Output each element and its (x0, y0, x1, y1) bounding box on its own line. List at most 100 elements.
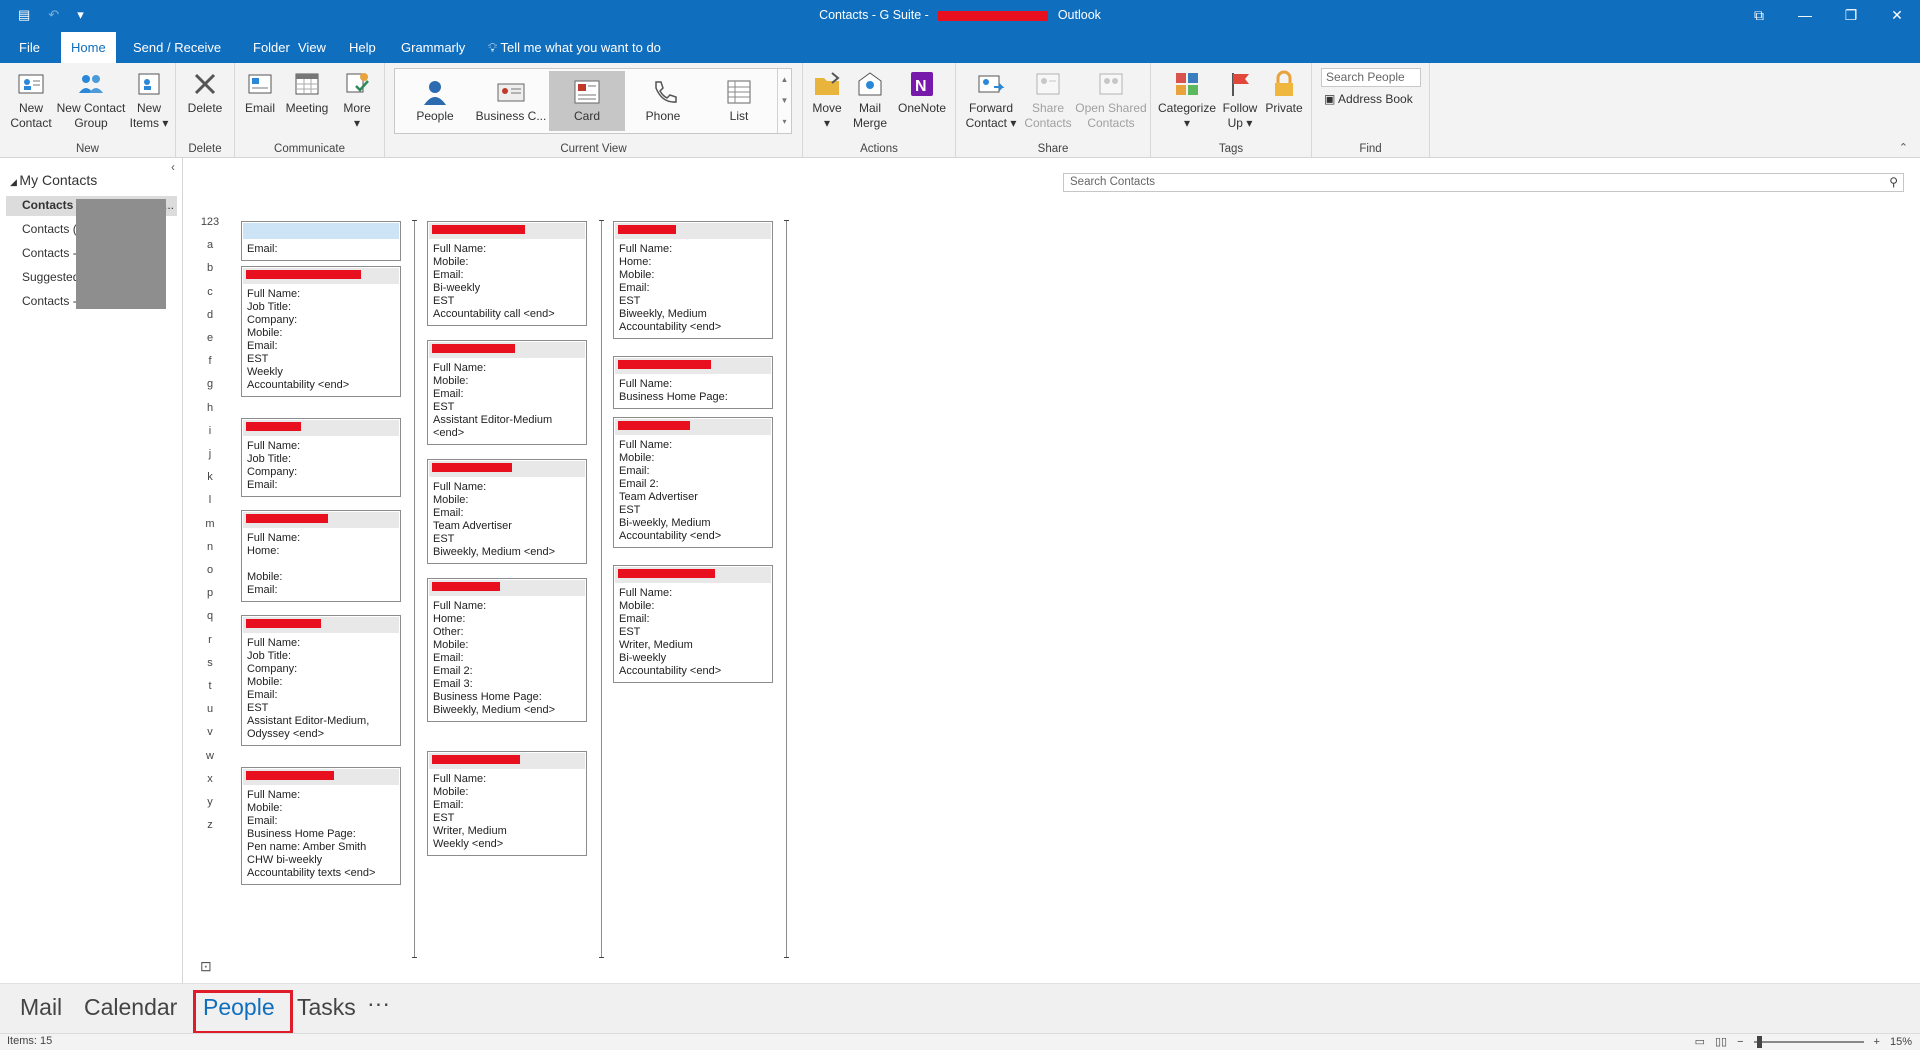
alpha-index-item[interactable]: c (198, 286, 222, 298)
contact-card-name-header[interactable] (243, 617, 399, 633)
alpha-index-item[interactable]: q (198, 610, 222, 622)
contact-card-name-header[interactable] (243, 512, 399, 528)
contact-card[interactable]: Full Name: Mobile: Email: EST Writer, Medium… (427, 751, 587, 856)
search-contacts-input[interactable]: Search Contacts ⚲ (1063, 173, 1904, 192)
alpha-index-item[interactable]: y (198, 796, 222, 808)
contact-card[interactable]: Full Name: Job Title: Company: Email: (241, 418, 401, 497)
alpha-index-item[interactable]: h (198, 402, 222, 414)
gallery-expand-icon[interactable]: ▾ (778, 111, 791, 132)
collapse-ribbon-icon[interactable]: ⌃ (1899, 141, 1908, 154)
my-contacts-header[interactable]: ◢ My Contacts (10, 172, 97, 188)
tab-grammarly[interactable]: Grammarly (391, 32, 475, 63)
follow-up-button[interactable]: Follow Up ▾ (1219, 69, 1261, 131)
contact-card[interactable]: Full Name: Mobile: Email: EST Writer, Medium… (613, 565, 773, 683)
nav-tasks[interactable]: Tasks (297, 994, 356, 1021)
contact-card[interactable]: Full Name: Job Title: Company: Mobile: Email… (241, 266, 401, 397)
alpha-index-item[interactable]: u (198, 703, 222, 715)
onenote-button[interactable]: N OneNote (893, 69, 951, 116)
alpha-index-item[interactable]: 123 (198, 216, 222, 228)
alpha-index-item[interactable]: r (198, 634, 222, 646)
reading-view-icon[interactable]: ▯▯ (1715, 1035, 1727, 1048)
meeting-button[interactable]: Meeting (282, 69, 332, 116)
tab-help[interactable]: Help (339, 32, 386, 63)
zoom-out-icon[interactable]: − (1737, 1036, 1743, 1048)
contact-card-name-header[interactable] (429, 580, 585, 596)
contact-card-name-header[interactable] (243, 420, 399, 436)
more-button[interactable]: More ▾ (337, 69, 377, 131)
collapse-pane-icon[interactable]: ‹ (171, 160, 175, 174)
new-contact-group-button[interactable]: New Contact Group (54, 69, 128, 131)
contact-card-name-header[interactable] (615, 358, 771, 374)
scroll-down-icon[interactable]: ▼ (778, 90, 791, 111)
normal-view-icon[interactable]: ▭ (1695, 1035, 1705, 1048)
alpha-index-item[interactable]: l (198, 494, 222, 506)
move-button[interactable]: Move ▾ (807, 69, 847, 131)
alpha-index-item[interactable]: z (198, 819, 222, 831)
folder-contacts-3[interactable]: Contacts - (22, 246, 77, 260)
alpha-index-item[interactable]: a (198, 239, 222, 251)
contact-card[interactable]: Full Name: Mobile: Email: Email 2: Team Adve… (613, 417, 773, 548)
contact-card-footer-icon[interactable]: ⊡ (200, 958, 212, 975)
contact-card-name-header[interactable] (243, 769, 399, 785)
contact-card[interactable]: Full Name: Mobile: Email: EST Assistant Edit… (427, 340, 587, 445)
contact-card[interactable]: Full Name: Home: Mobile: Email: (241, 510, 401, 602)
contact-card-name-header[interactable] (615, 419, 771, 435)
contact-card[interactable]: Full Name: Mobile: Email: Team Advertiser ES… (427, 459, 587, 564)
view-card-button[interactable]: Card (549, 71, 625, 131)
alpha-index-item[interactable]: g (198, 378, 222, 390)
view-people-button[interactable]: People (397, 71, 473, 131)
zoom-slider[interactable] (1753, 1035, 1864, 1048)
view-business-card-button[interactable]: Business C... (473, 71, 549, 131)
contact-card-name-header[interactable] (429, 753, 585, 769)
view-list-button[interactable]: List (701, 71, 777, 131)
alpha-index-item[interactable]: p (198, 587, 222, 599)
alpha-index-item[interactable]: t (198, 680, 222, 692)
view-phone-button[interactable]: Phone (625, 71, 701, 131)
contact-card[interactable]: Full Name: Job Title: Company: Mobile: Email… (241, 615, 401, 746)
contact-card-name-header[interactable] (429, 223, 585, 239)
ribbon-display-options-icon[interactable]: ⧉ (1736, 0, 1782, 32)
contact-card[interactable]: Email: (241, 221, 401, 261)
new-items-button[interactable]: New Items ▾ (126, 69, 172, 131)
zoom-thumb[interactable] (1756, 1035, 1762, 1048)
alpha-index-item[interactable]: j (198, 448, 222, 460)
nav-calendar[interactable]: Calendar (84, 994, 177, 1021)
tab-file[interactable]: File (9, 32, 50, 63)
alpha-index-item[interactable]: d (198, 309, 222, 321)
view-gallery-scroll[interactable]: ▲ ▼ ▾ (777, 69, 791, 133)
alpha-index-item[interactable]: i (198, 425, 222, 437)
new-contact-button[interactable]: New Contact (6, 69, 56, 131)
search-icon[interactable]: ⚲ (1889, 174, 1898, 191)
maximize-icon[interactable]: ❐ (1828, 0, 1874, 32)
alpha-index-item[interactable]: n (198, 541, 222, 553)
tab-home[interactable]: Home (61, 32, 116, 63)
alpha-index-item[interactable]: v (198, 726, 222, 738)
folder-suggested[interactable]: Suggested (22, 270, 79, 284)
tab-view[interactable]: View (288, 32, 336, 63)
private-button[interactable]: Private (1261, 69, 1307, 116)
categorize-button[interactable]: Categorize ▾ (1157, 69, 1217, 131)
scroll-up-icon[interactable]: ▲ (778, 69, 791, 90)
forward-contact-button[interactable]: Forward Contact ▾ (962, 69, 1020, 131)
contact-card[interactable]: Full Name: Home: Mobile: Email: EST Biweekly,… (613, 221, 773, 339)
alpha-index-item[interactable]: o (198, 564, 222, 576)
contact-card[interactable]: Full Name: Mobile: Email: Business Home Pag… (241, 767, 401, 885)
share-contacts-button[interactable]: Share Contacts (1020, 69, 1076, 131)
alpha-index-item[interactable]: w (198, 750, 222, 762)
tell-me-search[interactable]: 💡︎ Tell me what you want to do (478, 32, 671, 63)
alpha-index-item[interactable]: b (198, 262, 222, 274)
folder-contacts-1[interactable]: Contacts - (22, 198, 81, 212)
alpha-index-item[interactable]: f (198, 355, 222, 367)
email-button[interactable]: Email (242, 69, 278, 116)
contact-card-name-header[interactable] (243, 223, 399, 239)
folder-contacts-2[interactable]: Contacts ( (22, 222, 77, 236)
search-people-input[interactable]: Search People (1321, 68, 1421, 87)
tab-send-receive[interactable]: Send / Receive (123, 32, 231, 63)
contact-card-name-header[interactable] (429, 342, 585, 358)
address-book-button[interactable]: ▣ Address Book (1324, 92, 1413, 106)
contact-card-name-header[interactable] (615, 223, 771, 239)
zoom-in-icon[interactable]: + (1874, 1036, 1880, 1048)
delete-button[interactable]: Delete (182, 69, 228, 116)
close-icon[interactable]: ✕ (1874, 0, 1920, 32)
nav-more-icon[interactable]: ··· (367, 990, 390, 1017)
